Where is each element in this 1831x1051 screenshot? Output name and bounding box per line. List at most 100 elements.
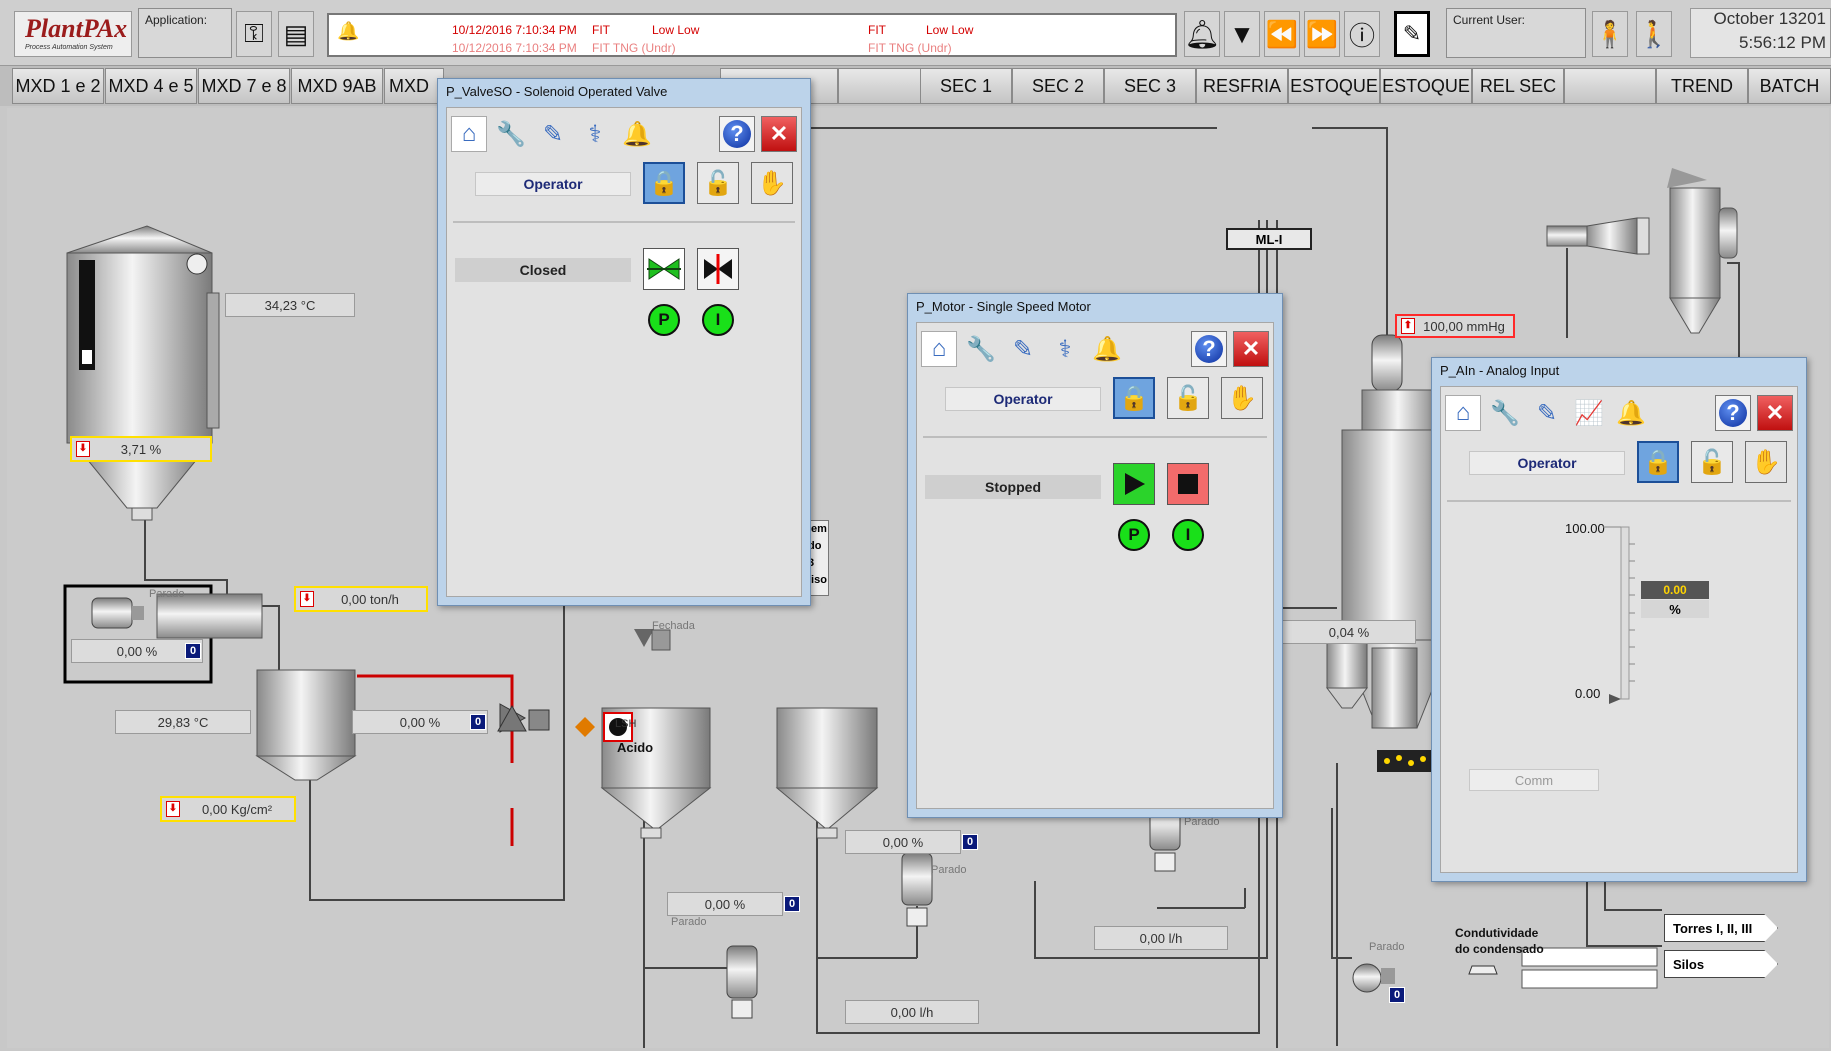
start-button[interactable]	[1113, 463, 1155, 505]
down-arrow-icon[interactable]: ▼	[1224, 11, 1260, 57]
program-indicator[interactable]: P	[1118, 519, 1150, 551]
valve-open-icon	[647, 258, 681, 280]
alarm-bell-icon[interactable]: 🔔	[1089, 331, 1125, 367]
engineering-icon[interactable]: ✎	[1005, 331, 1041, 367]
open-valve-button[interactable]	[643, 248, 685, 290]
divider	[1447, 500, 1791, 502]
tab-blank[interactable]	[838, 68, 930, 104]
flow-lh-1[interactable]: 0,00 l/h	[845, 1000, 979, 1024]
home-icon[interactable]: ⌂	[451, 116, 487, 152]
silo-temperature[interactable]: 34,23 °C	[225, 293, 355, 317]
info-icon[interactable]: ⓘ	[1344, 11, 1380, 57]
back-icon[interactable]: ⏪	[1264, 11, 1300, 57]
pv-unit: %	[1641, 600, 1709, 618]
tab-sec-3[interactable]: SEC 3	[1104, 68, 1196, 104]
tab-mxd-9ab[interactable]: MXD 9AB	[291, 68, 383, 104]
flow-lh-2[interactable]: 0,00 l/h	[1094, 926, 1228, 950]
help-button[interactable]: ?	[719, 116, 755, 152]
alarm-banner[interactable]: 🔔 10/12/2016 7:10:34 PM FIT Low Low FIT …	[327, 13, 1177, 57]
tab-resfria[interactable]: RESFRIA	[1196, 68, 1288, 104]
alarm-bell-icon: 🔔	[337, 21, 360, 41]
divider	[453, 221, 795, 223]
tab-sec-1[interactable]: SEC 1	[920, 68, 1012, 104]
faceplate-title[interactable]: P_ValveSO - Solenoid Operated Valve	[438, 79, 810, 105]
home-icon[interactable]: ⌂	[1445, 395, 1481, 431]
key-icon[interactable]: ⚿	[236, 11, 272, 57]
pressure[interactable]: ⬇ 0,00 Kg/cm²	[160, 796, 296, 822]
silo-level[interactable]: ⬇ 3,71 %	[70, 436, 212, 462]
destination-torres[interactable]: Torres I, II, III	[1664, 914, 1778, 942]
acquire-icon[interactable]: ✋	[751, 162, 793, 204]
close-button[interactable]: ✕	[761, 116, 797, 152]
edit-icon[interactable]: ✎	[1394, 11, 1430, 57]
tab-estoque-1[interactable]: ESTOQUE	[1288, 68, 1380, 104]
tab-rel-sec[interactable]: REL SEC	[1472, 68, 1564, 104]
lock-icon[interactable]: 🔒	[643, 162, 685, 204]
help-button[interactable]: ?	[1191, 331, 1227, 367]
help-icon: ?	[1195, 335, 1223, 363]
lock-icon[interactable]: 🔒	[1637, 441, 1679, 483]
maintenance-icon[interactable]: 🔧	[1487, 395, 1523, 431]
mode-label: Operator	[475, 172, 631, 196]
alarm-bell-icon[interactable]: 🔔	[1613, 395, 1649, 431]
stop-button[interactable]	[1167, 463, 1209, 505]
valve-percent[interactable]: 0,00 %	[352, 710, 488, 734]
close-button[interactable]: ✕	[1233, 331, 1269, 367]
maintenance-icon[interactable]: 🔧	[493, 116, 529, 152]
current-user-box: Current User:	[1446, 8, 1586, 58]
tab-blank-2[interactable]	[1564, 68, 1656, 104]
unlock-icon[interactable]: 🔓	[1691, 441, 1733, 483]
valve-closed-icon	[704, 254, 732, 284]
alarm-tag-2-row2: FIT TNG (Undr)	[868, 41, 952, 55]
unlock-icon[interactable]: 🔓	[1167, 377, 1209, 419]
pump1-percent[interactable]: 0,00 %	[667, 892, 783, 916]
tab-sec-2[interactable]: SEC 2	[1012, 68, 1104, 104]
forward-icon[interactable]: ⏩	[1304, 11, 1340, 57]
tab-mxd-1-2[interactable]: MXD 1 e 2	[12, 68, 104, 104]
interlock-indicator[interactable]: I	[1172, 519, 1204, 551]
acquire-icon[interactable]: ✋	[1221, 377, 1263, 419]
vacuum-pressure[interactable]: ⬆ 100,00 mmHg	[1395, 314, 1515, 338]
tab-trend[interactable]: TREND	[1656, 68, 1748, 104]
faceplate-analog-input: P_AIn - Analog Input ⌂ 🔧 ✎ 📈 🔔 ? ✕ Opera…	[1431, 357, 1807, 882]
close-button[interactable]: ✕	[1757, 395, 1793, 431]
unlock-icon[interactable]: 🔓	[697, 162, 739, 204]
terminal-icon[interactable]: ▤	[278, 11, 314, 57]
user-logout-icon[interactable]: 🚶	[1636, 11, 1672, 57]
dryer-percent[interactable]: 0,04 %	[1282, 620, 1416, 644]
diagnostics-icon[interactable]: ⚕	[1047, 331, 1083, 367]
side-label-line: lem	[808, 523, 827, 535]
maintenance-icon[interactable]: 🔧	[963, 331, 999, 367]
lock-icon[interactable]: 🔒	[1113, 377, 1155, 419]
faceplate-title[interactable]: P_Motor - Single Speed Motor	[908, 294, 1282, 320]
program-indicator[interactable]: P	[648, 304, 680, 336]
tab-mxd-7-8[interactable]: MXD 7 e 8	[198, 68, 290, 104]
help-button[interactable]: ?	[1715, 395, 1751, 431]
tab-mxd[interactable]: MXD	[384, 68, 444, 104]
mixer-temperature[interactable]: 29,83 °C	[115, 710, 251, 734]
user-login-icon[interactable]: 🧍	[1592, 11, 1628, 57]
destination-silos[interactable]: Silos	[1664, 950, 1778, 978]
application-box[interactable]: Application:	[138, 8, 232, 58]
motor-percent[interactable]: 0,00 %	[71, 639, 203, 663]
acquire-icon[interactable]: ✋	[1745, 441, 1787, 483]
tab-estoque-2[interactable]: ESTOQUE	[1380, 68, 1472, 104]
home-icon[interactable]: ⌂	[921, 331, 957, 367]
alarm-bell-icon[interactable]: 🔔	[619, 116, 655, 152]
mode-label: Operator	[945, 387, 1101, 411]
tab-mxd-4-5[interactable]: MXD 4 e 5	[105, 68, 197, 104]
trend-icon[interactable]: 📈	[1571, 395, 1607, 431]
alarm-bell-button-icon[interactable]: 🔔︎	[1184, 11, 1220, 57]
tab-batch[interactable]: BATCH	[1748, 68, 1831, 104]
alarm-time: 10/12/2016 7:10:34 PM	[452, 23, 577, 37]
interlock-indicator[interactable]: I	[702, 304, 734, 336]
faceplate-toolbar: ⌂ 🔧 ✎ ⚕ 🔔 ? ✕	[917, 323, 1273, 373]
diagnostics-icon[interactable]: ⚕	[577, 116, 613, 152]
faceplate-title[interactable]: P_AIn - Analog Input	[1432, 358, 1806, 384]
motor-percent-value: 0,00 %	[116, 643, 158, 659]
engineering-icon[interactable]: ✎	[1529, 395, 1565, 431]
engineering-icon[interactable]: ✎	[535, 116, 571, 152]
flow-ton[interactable]: ⬇ 0,00 ton/h	[294, 586, 428, 612]
close-valve-button[interactable]	[697, 248, 739, 290]
pump2-percent[interactable]: 0,00 %	[845, 830, 961, 854]
